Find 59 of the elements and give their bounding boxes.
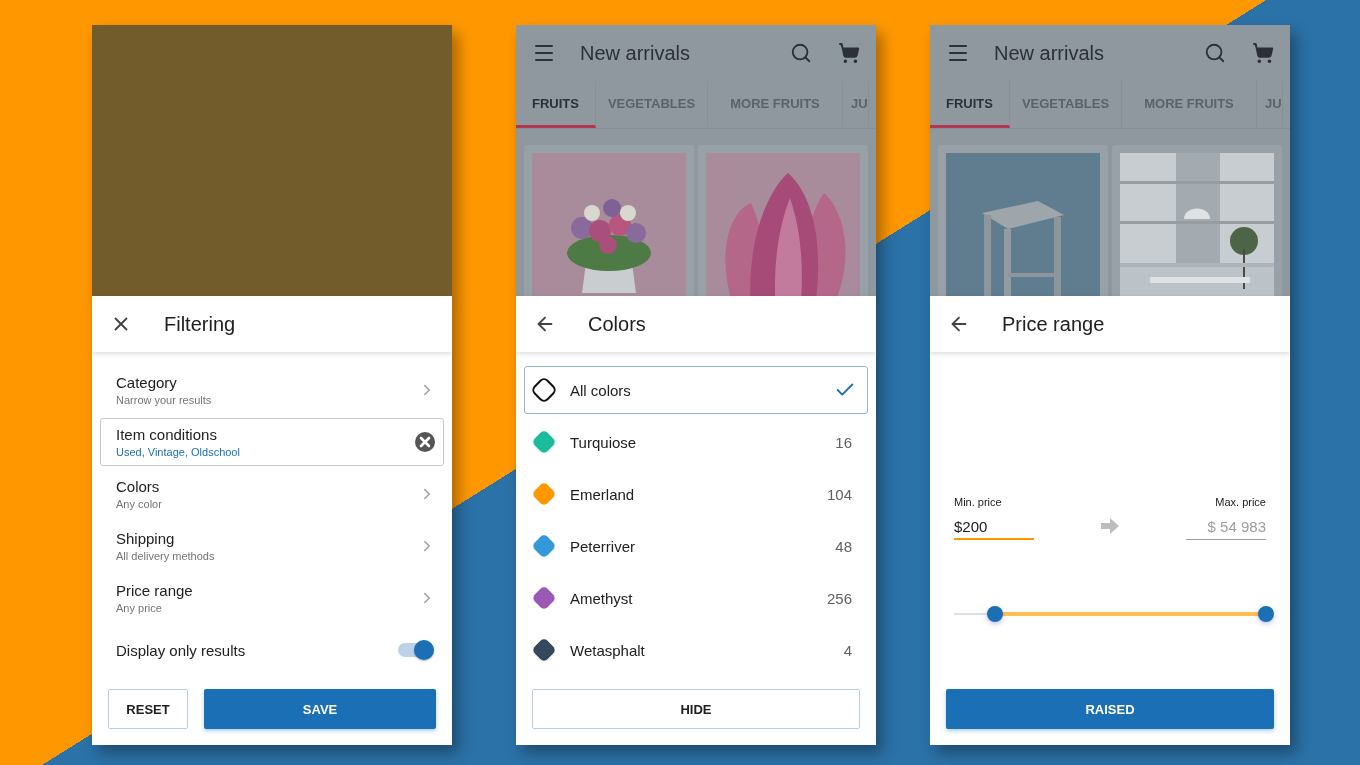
- action-button[interactable]: RESET: [108, 689, 188, 729]
- filter-title: Price range: [116, 582, 194, 599]
- filter-row[interactable]: Price range Any price: [100, 574, 444, 622]
- clear-icon[interactable]: [414, 431, 436, 453]
- color-name: Wetasphalt: [570, 641, 646, 659]
- search-icon[interactable]: [1204, 42, 1226, 64]
- diamond-icon: [530, 376, 558, 404]
- sheet-title: Colors: [588, 312, 646, 336]
- min-price-field[interactable]: $200: [954, 514, 1034, 540]
- filter-row[interactable]: Item conditions Used, Vintage, Oldschool: [100, 418, 444, 466]
- color-option[interactable]: Wetasphalt 4: [524, 626, 868, 674]
- slider-thumb[interactable]: [986, 606, 1003, 622]
- filter-title: Colors: [116, 478, 161, 495]
- filter-title: Shipping: [116, 530, 176, 547]
- toggle-switch[interactable]: [398, 640, 434, 660]
- field-label: Max. price: [1215, 496, 1266, 508]
- color-option[interactable]: Peterriver 48: [524, 522, 868, 570]
- filter-summary: All delivery methods: [116, 550, 216, 562]
- category-tab[interactable]: FRUITS: [930, 81, 1010, 128]
- field-label: Min. price: [954, 496, 1002, 508]
- filter-row[interactable]: Shipping All delivery methods: [100, 522, 444, 570]
- color-option[interactable]: All colors: [524, 366, 868, 414]
- color-name: Peterriver: [570, 537, 637, 555]
- item-count: 4: [843, 641, 852, 659]
- item-count: 16: [835, 433, 852, 451]
- filter-title: Display only results: [116, 641, 247, 659]
- search-icon[interactable]: [790, 42, 812, 64]
- action-button[interactable]: RAISED: [946, 689, 1274, 729]
- app-title: New arrivals: [580, 41, 692, 65]
- category-tab[interactable]: FRUITS: [516, 81, 596, 128]
- color-name: Turquiose: [570, 433, 638, 451]
- sheet-title: Filtering: [164, 312, 236, 336]
- cart-icon[interactable]: [1252, 42, 1274, 64]
- slider-thumb[interactable]: [1258, 606, 1274, 622]
- action-button[interactable]: SAVE: [204, 689, 436, 729]
- filter-row[interactable]: Colors Any color: [100, 470, 444, 518]
- item-count: 104: [826, 485, 852, 503]
- filter-row[interactable]: Display only results: [100, 626, 444, 674]
- filter-summary: Any color: [116, 498, 163, 510]
- color-name: All colors: [570, 381, 632, 399]
- color-option[interactable]: Emerland 104: [524, 470, 868, 518]
- arrow-right-icon: [1101, 518, 1119, 534]
- filter-summary: Any price: [116, 602, 163, 614]
- filter-title: Category: [116, 374, 178, 391]
- color-option[interactable]: Turquiose 16: [524, 418, 868, 466]
- max-price-field[interactable]: $ 54 983: [1186, 514, 1266, 540]
- action-button[interactable]: HIDE: [532, 689, 860, 729]
- color-name: Amethyst: [570, 589, 634, 607]
- sheet-title: Price range: [1002, 312, 1105, 336]
- filter-summary: Used, Vintage, Oldschool: [116, 446, 241, 458]
- app-title: New arrivals: [994, 41, 1106, 65]
- item-count: 48: [835, 537, 852, 555]
- filter-row[interactable]: Category Narrow your results: [100, 366, 444, 414]
- color-name: Emerland: [570, 485, 636, 503]
- filter-title: Item conditions: [116, 426, 218, 443]
- filter-summary: Narrow your results: [116, 394, 213, 406]
- item-count: 256: [826, 589, 852, 607]
- cart-icon[interactable]: [838, 42, 860, 64]
- color-option[interactable]: Amethyst 256: [524, 574, 868, 622]
